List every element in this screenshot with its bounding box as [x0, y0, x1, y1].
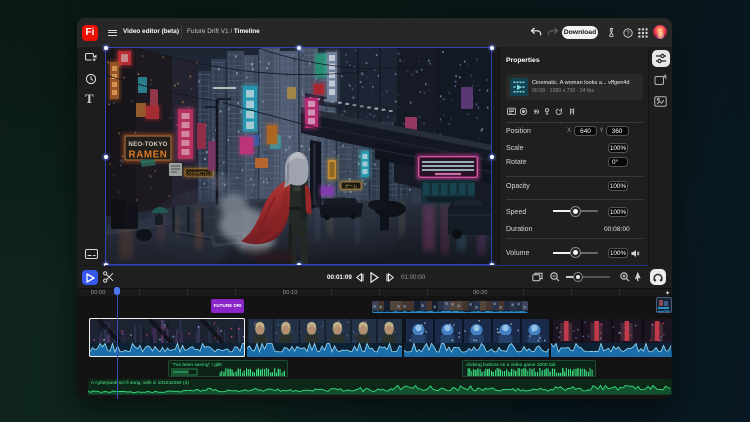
- svg-text:?: ?: [626, 31, 630, 37]
